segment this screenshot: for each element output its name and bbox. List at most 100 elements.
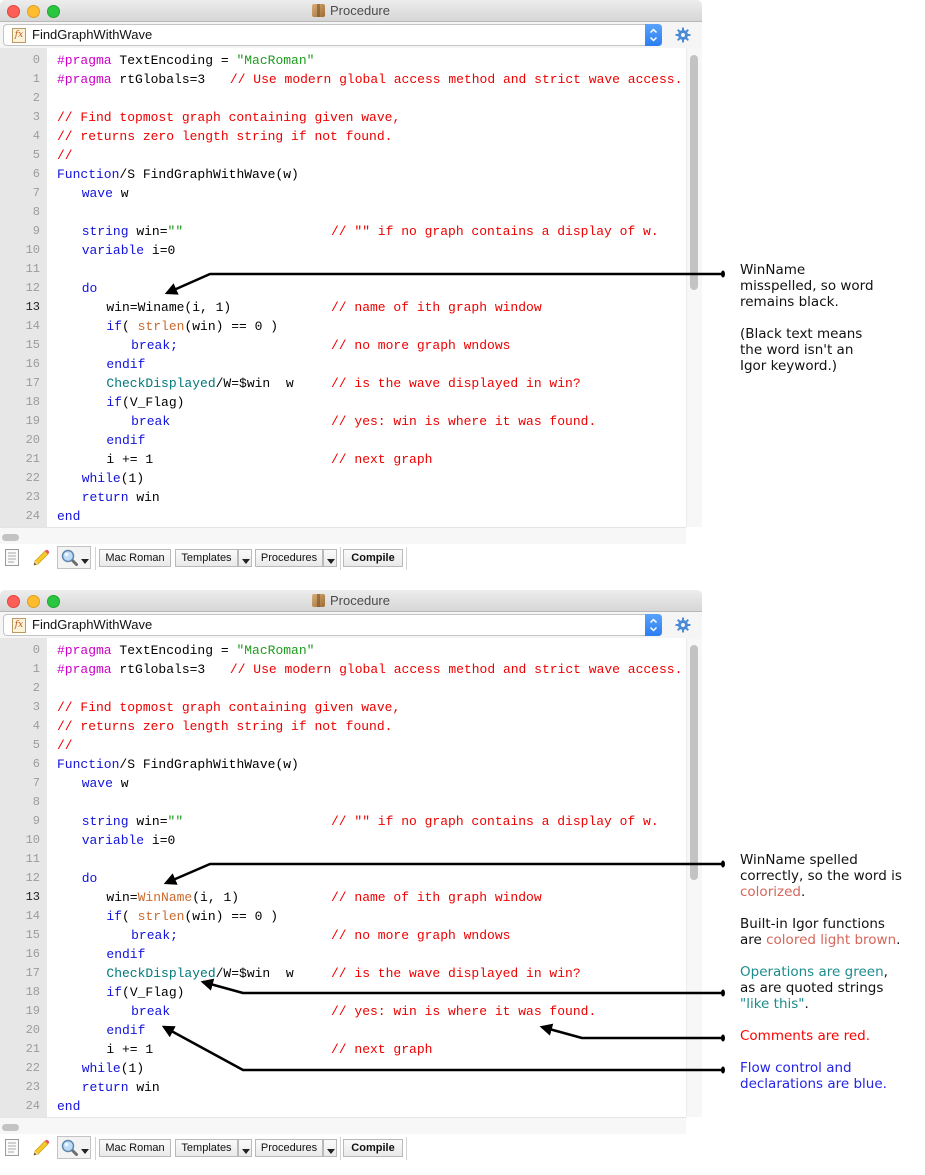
line-number: 8 — [32, 205, 40, 219]
code-line-text[interactable]: end — [57, 507, 80, 526]
code-line-text[interactable]: win=WinName(i, 1) // name of ith graph wi… — [57, 888, 541, 907]
horizontal-scrollbar[interactable] — [0, 1117, 686, 1134]
code-line-text[interactable]: end — [57, 1097, 80, 1116]
code-line-text[interactable]: variable i=0 — [57, 831, 176, 850]
window-title-text: Procedure — [330, 3, 390, 18]
token-string: "" — [167, 224, 184, 239]
procedures-dropdown[interactable] — [323, 1139, 337, 1157]
code-editor[interactable]: 0 #pragma TextEncoding = "MacRoman" 1 #prag… — [0, 48, 686, 527]
function-selector[interactable]: fx FindGraphWithWave — [3, 24, 646, 46]
code-line-text[interactable]: break // yes: win is where it was found. — [57, 412, 596, 431]
code-line-text[interactable]: if(V_Flag) — [57, 983, 184, 1002]
callout-tail-dot — [721, 1066, 725, 1074]
procedures-dropdown[interactable] — [323, 549, 337, 567]
annotation-line: remains black. — [740, 294, 925, 310]
text-encoding-button[interactable]: Mac Roman — [99, 1139, 171, 1157]
code-editor[interactable]: 0 #pragma TextEncoding = "MacRoman" 1 #prag… — [0, 638, 686, 1117]
compile-button[interactable]: Compile — [343, 1139, 403, 1157]
code-line-text[interactable]: variable i=0 — [57, 241, 176, 260]
code-line: 22 while(1) — [0, 469, 686, 488]
code-line-text[interactable]: return win — [57, 488, 160, 507]
title-bar[interactable]: Procedure — [0, 0, 702, 22]
code-line-text[interactable]: endif — [57, 355, 145, 374]
code-line-text[interactable]: // — [57, 736, 73, 755]
code-line-text[interactable]: i += 1 // next graph — [57, 450, 432, 469]
templates-button[interactable]: Templates — [175, 549, 238, 567]
pencil-icon[interactable] — [32, 1139, 50, 1157]
pencil-icon[interactable] — [32, 549, 50, 567]
token-plain: (win) == 0 ) — [184, 319, 279, 334]
code-line-text[interactable]: string win="" // "" if no graph contains … — [57, 812, 659, 831]
horizontal-scrollbar-thumb[interactable] — [2, 1124, 19, 1131]
document-icon[interactable] — [5, 549, 19, 566]
code-line-text[interactable]: string win="" // "" if no graph contains … — [57, 222, 659, 241]
horizontal-scrollbar-thumb[interactable] — [2, 534, 19, 541]
code-line-text[interactable]: break; // no more graph wndows — [57, 336, 510, 355]
templates-button[interactable]: Templates — [175, 1139, 238, 1157]
code-line-text[interactable]: endif — [57, 1021, 145, 1040]
code-line-text[interactable]: #pragma rtGlobals=3 // Use modern global… — [57, 70, 682, 89]
code-line-text[interactable]: while(1) — [57, 1059, 144, 1078]
gear-icon[interactable] — [675, 27, 691, 43]
code-line-text[interactable]: return win — [57, 1078, 160, 1097]
code-line-text[interactable]: // returns zero length string if not fou… — [57, 127, 392, 146]
code-line-text[interactable]: if( strlen(win) == 0 ) — [57, 317, 278, 336]
vertical-scrollbar-thumb[interactable] — [690, 645, 698, 880]
code-line-text[interactable]: break; // no more graph wndows — [57, 926, 510, 945]
code-line-text[interactable]: wave w — [57, 774, 129, 793]
code-line-text[interactable]: CheckDisplayed/W=$win w // is the wave di… — [57, 374, 580, 393]
code-line-text[interactable]: Function/S FindGraphWithWave(w) — [57, 165, 299, 184]
code-line-text[interactable]: win=Winame(i, 1) // name of ith graph win… — [57, 298, 541, 317]
annotation-text: correctly, so the word is — [740, 868, 902, 884]
code-line-text[interactable]: #pragma TextEncoding = "MacRoman" — [57, 641, 314, 660]
code-line-text[interactable]: endif — [57, 431, 145, 450]
vertical-scrollbar-thumb[interactable] — [690, 55, 698, 290]
function-selector[interactable]: fx FindGraphWithWave — [3, 614, 646, 636]
title-bar[interactable]: Procedure — [0, 590, 702, 612]
code-line-text[interactable]: CheckDisplayed/W=$win w // is the wave di… — [57, 964, 580, 983]
code-line-text[interactable]: wave w — [57, 184, 129, 203]
find-button[interactable] — [57, 546, 91, 569]
document-icon[interactable] — [5, 1139, 19, 1156]
token-plain: /W=$win w — [215, 376, 294, 391]
code-line-text[interactable]: Function/S FindGraphWithWave(w) — [57, 755, 299, 774]
templates-dropdown[interactable] — [238, 1139, 252, 1157]
procedures-button[interactable]: Procedures — [255, 1139, 323, 1157]
code-line-text[interactable]: do — [57, 869, 98, 888]
line-number: 20 — [25, 1023, 40, 1037]
code-line-text[interactable]: i += 1 // next graph — [57, 1040, 432, 1059]
text-encoding-button[interactable]: Mac Roman — [99, 549, 171, 567]
compile-button[interactable]: Compile — [343, 549, 403, 567]
token-plain: win=Winame(i, 1) — [57, 300, 232, 315]
code-line-text[interactable]: do — [57, 279, 98, 298]
vertical-scrollbar[interactable] — [686, 638, 702, 1117]
code-line-text[interactable]: #pragma rtGlobals=3 // Use modern global… — [57, 660, 682, 679]
line-number: 15 — [25, 338, 40, 352]
selector-stepper-icon[interactable] — [645, 24, 662, 46]
token-comment: // is the wave displayed in win? — [331, 376, 581, 391]
code-line-text[interactable]: while(1) — [57, 469, 144, 488]
find-button[interactable] — [57, 1136, 91, 1159]
code-line-text[interactable]: // Find topmost graph containing given w… — [57, 698, 400, 717]
line-number: 19 — [25, 414, 40, 428]
line-number: 6 — [32, 757, 40, 771]
code-line-text[interactable]: // — [57, 146, 73, 165]
selector-stepper-icon[interactable] — [645, 614, 662, 636]
code-line-text[interactable]: if(V_Flag) — [57, 393, 184, 412]
horizontal-scrollbar[interactable] — [0, 527, 686, 544]
token-comment: // "" if no graph contains a display of … — [331, 814, 659, 829]
gear-icon[interactable] — [675, 617, 691, 633]
annotation-line: misspelled, so word — [740, 278, 925, 294]
code-line-text[interactable]: if( strlen(win) == 0 ) — [57, 907, 278, 926]
callout-tail-dot — [721, 270, 725, 278]
code-line-text[interactable]: // Find topmost graph containing given w… — [57, 108, 400, 127]
code-line-text[interactable]: endif — [57, 945, 145, 964]
templates-dropdown[interactable] — [238, 549, 252, 567]
code-line-text[interactable]: break // yes: win is where it was found. — [57, 1002, 596, 1021]
procedures-button[interactable]: Procedures — [255, 549, 323, 567]
code-line-text[interactable]: // returns zero length string if not fou… — [57, 717, 392, 736]
vertical-scrollbar[interactable] — [686, 48, 702, 527]
code-line-text[interactable]: #pragma TextEncoding = "MacRoman" — [57, 51, 314, 70]
